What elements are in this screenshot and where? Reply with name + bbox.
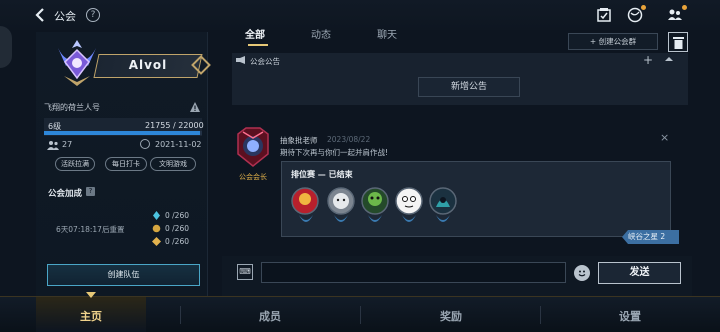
checklist-icon[interactable]	[596, 7, 612, 23]
trash-icon	[673, 37, 684, 49]
report-icon[interactable]	[190, 102, 200, 112]
nav-rewards[interactable]: 奖励	[411, 308, 491, 324]
active-marker-icon	[86, 292, 96, 298]
rank-ring-icon	[436, 215, 450, 222]
crystal-icon	[153, 211, 160, 220]
globe-icon[interactable]	[627, 7, 643, 23]
add-announcement-button[interactable]: 新增公告	[418, 77, 520, 97]
tab-activity[interactable]: 动态	[311, 26, 331, 41]
nav-divider	[360, 306, 361, 324]
back-icon[interactable]	[34, 8, 46, 22]
friends-icon[interactable]	[667, 7, 683, 23]
create-team-button[interactable]: 创建队伍	[47, 264, 200, 286]
rank-ring-icon	[402, 215, 416, 222]
trash-button[interactable]	[668, 32, 688, 52]
notification-dot	[682, 5, 687, 10]
guild-owner: 飞翔的荷兰人号	[44, 103, 100, 112]
honor-tag: 峡谷之星 2	[622, 230, 679, 244]
create-group-button[interactable]: + 创建公会群	[568, 33, 658, 50]
bonus-value: 0 /260	[165, 237, 189, 246]
nav-members[interactable]: 成员	[230, 308, 310, 324]
guild-emblem-icon	[58, 40, 96, 86]
smiley-face-icon	[578, 270, 586, 277]
match-card-title: 排位赛 — 已结束	[291, 170, 353, 179]
close-message-icon[interactable]: ×	[660, 131, 669, 144]
keyboard-icon[interactable]: ⌨	[237, 264, 253, 280]
clock-icon	[140, 139, 150, 149]
tab-chat[interactable]: 聊天	[377, 26, 397, 41]
nav-home[interactable]: 主页	[51, 308, 131, 324]
bonus-value: 0 /260	[165, 224, 189, 233]
help-icon[interactable]: ?	[86, 8, 100, 22]
xp-text: 21755 / 22000	[145, 121, 204, 130]
message-date: 2023/08/22	[327, 135, 371, 144]
sender-avatar[interactable]	[234, 126, 272, 168]
nav-divider	[180, 306, 181, 324]
add-announcement-plus[interactable]: +	[643, 53, 653, 67]
coin-icon	[152, 224, 161, 233]
emoji-icon[interactable]	[574, 265, 590, 281]
nav-settings[interactable]: 设置	[590, 308, 670, 324]
role-badge: 公会会长	[239, 173, 267, 181]
members-icon	[47, 141, 59, 150]
page-title: 公会	[54, 10, 76, 23]
member-count: 27	[62, 140, 73, 149]
announcement-label: 公会公告	[250, 57, 280, 66]
bonus-title: 公会加成	[48, 189, 83, 199]
bonus-reset-timer: 6天07:18:17后重置	[56, 225, 125, 234]
rank-ring-icon	[334, 215, 348, 222]
active-tab-indicator	[248, 44, 268, 46]
guild-name: Alvol	[128, 58, 168, 72]
send-button[interactable]: 发送	[598, 262, 681, 284]
sender-name[interactable]: 抽象批老师	[280, 135, 318, 146]
top-bar	[0, 0, 720, 30]
notification-dot	[641, 5, 646, 10]
nav-divider	[540, 306, 541, 324]
guild-tag: 活跃拉满	[55, 157, 95, 171]
xp-bar-fill	[44, 131, 200, 135]
question-icon[interactable]: ?	[86, 187, 95, 196]
guild-tag: 文明游戏	[150, 157, 196, 171]
message-text: 期待下次再与你们一起并肩作战!	[280, 148, 389, 157]
collapse-icon[interactable]	[664, 54, 674, 64]
megaphone-icon	[236, 56, 245, 64]
tab-all[interactable]: 全部	[245, 26, 265, 41]
bonus-value: 0 /260	[165, 211, 189, 220]
side-drawer-handle[interactable]	[0, 26, 12, 68]
gem-icon	[152, 237, 161, 246]
rank-ring-icon	[368, 215, 382, 222]
created-date: 2021-11-02	[155, 140, 202, 149]
guild-tag: 每日打卡	[105, 157, 147, 171]
rank-ring-icon	[299, 215, 313, 222]
message-input[interactable]	[261, 262, 566, 283]
